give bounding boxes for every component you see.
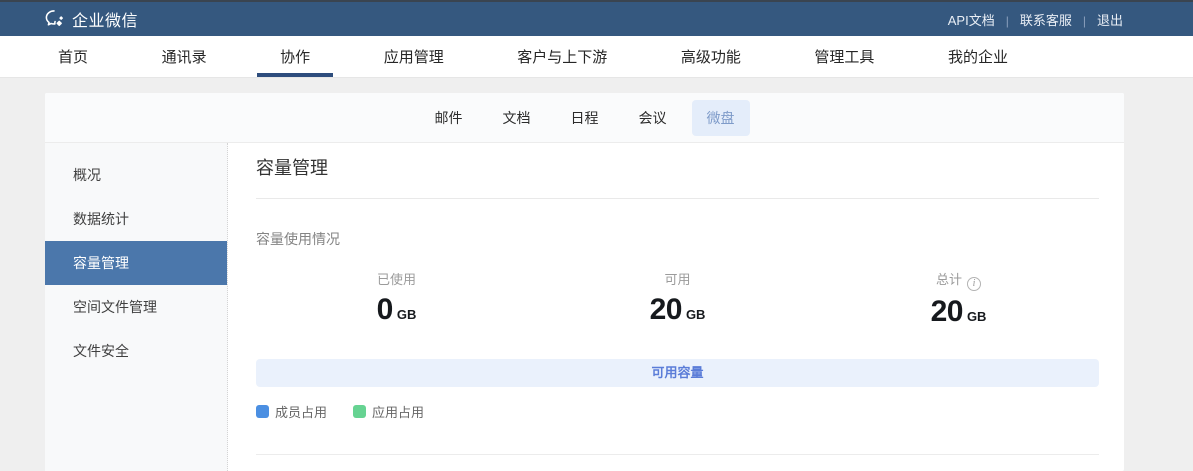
stat-label-row: 可用 [537, 271, 818, 289]
legend-item: 成员占用 [256, 402, 327, 421]
stat-number: 0 [377, 293, 393, 326]
nav-item[interactable]: 协作 [280, 36, 310, 77]
wecom-logo-icon [43, 8, 65, 30]
stat-number: 20 [931, 295, 963, 328]
subtab[interactable]: 邮件 [420, 100, 478, 136]
stat-number: 20 [650, 293, 682, 326]
topbar-link[interactable]: 联系客服 [995, 10, 1072, 29]
content-card: 邮件 文档 日程 会议 微盘 概况 数据统计 容量管理 空间文件管理 文件安全 … [45, 93, 1124, 471]
capacity-bar-label: 可用容量 [651, 365, 703, 380]
main-nav-items: 首页 通讯录 协作 应用管理 客户与上下游 高级功能 管理工具 我的企业 [58, 36, 1008, 77]
main-nav: 首页 通讯录 协作 应用管理 客户与上下游 高级功能 管理工具 我的企业 [0, 36, 1193, 78]
sidebar: 概况 数据统计 容量管理 空间文件管理 文件安全 [45, 143, 228, 471]
section-divider [256, 454, 1099, 455]
nav-item[interactable]: 通讯录 [162, 36, 207, 77]
stat-unit: GB [967, 309, 987, 324]
nav-item[interactable]: 管理工具 [814, 36, 874, 77]
stat-block: 总计 20 GB [818, 271, 1099, 329]
main-content: 容量管理 容量使用情况 已使用 0 GB [228, 143, 1124, 471]
legend-swatch [256, 405, 269, 418]
legend-swatch [353, 405, 366, 418]
nav-item[interactable]: 客户与上下游 [517, 36, 607, 77]
stat-block: 可用 20 GB [537, 271, 818, 329]
legend-label: 应用占用 [372, 402, 424, 421]
topbar-links: API文档 联系客服 退出 [948, 10, 1123, 29]
topbar-link[interactable]: 退出 [1072, 10, 1123, 29]
stat-label-row: 总计 [818, 271, 1099, 291]
stat-unit: GB [397, 307, 417, 322]
stat-value: 20 GB [818, 295, 1099, 329]
sidebar-item[interactable]: 空间文件管理 [45, 285, 227, 329]
stat-label: 已使用 [377, 272, 416, 287]
subtab[interactable]: 会议 [624, 100, 682, 136]
subtab[interactable]: 日程 [556, 100, 614, 136]
card-body: 概况 数据统计 容量管理 空间文件管理 文件安全 容量管理 容量使用情况 已使用 [45, 143, 1124, 471]
topbar-link[interactable]: API文档 [948, 10, 995, 29]
brand-title: 企业微信 [72, 7, 138, 31]
sidebar-item[interactable]: 概况 [45, 153, 227, 197]
legend: 成员占用 应用占用 [256, 402, 1099, 421]
stat-block: 已使用 0 GB [256, 271, 537, 329]
subtab[interactable]: 微盘 [692, 100, 750, 136]
info-icon[interactable] [967, 277, 981, 291]
stat-value: 0 GB [256, 293, 537, 327]
nav-item[interactable]: 首页 [58, 36, 88, 77]
top-bar: 企业微信 API文档 联系客服 退出 [0, 0, 1193, 36]
sidebar-item[interactable]: 文件安全 [45, 329, 227, 373]
capacity-bar: 可用容量 [256, 359, 1099, 387]
stat-label: 可用 [664, 272, 690, 287]
nav-item[interactable]: 应用管理 [384, 36, 444, 77]
section-label: 容量使用情况 [256, 229, 1099, 249]
subtab[interactable]: 文档 [488, 100, 546, 136]
stat-label-row: 已使用 [256, 271, 537, 289]
legend-item: 应用占用 [353, 402, 424, 421]
legend-label: 成员占用 [275, 402, 327, 421]
sidebar-item[interactable]: 容量管理 [45, 241, 227, 285]
stat-unit: GB [686, 307, 706, 322]
nav-item[interactable]: 我的企业 [948, 36, 1008, 77]
subtab-bar: 邮件 文档 日程 会议 微盘 [45, 93, 1124, 143]
stat-label: 总计 [936, 272, 962, 287]
title-divider [256, 198, 1099, 199]
nav-item[interactable]: 高级功能 [681, 36, 741, 77]
page-title: 容量管理 [256, 155, 1099, 181]
brand-area: 企业微信 [43, 7, 138, 31]
stat-value: 20 GB [537, 293, 818, 327]
sidebar-item[interactable]: 数据统计 [45, 197, 227, 241]
capacity-stats: 已使用 0 GB 可用 20 GB [256, 271, 1099, 329]
